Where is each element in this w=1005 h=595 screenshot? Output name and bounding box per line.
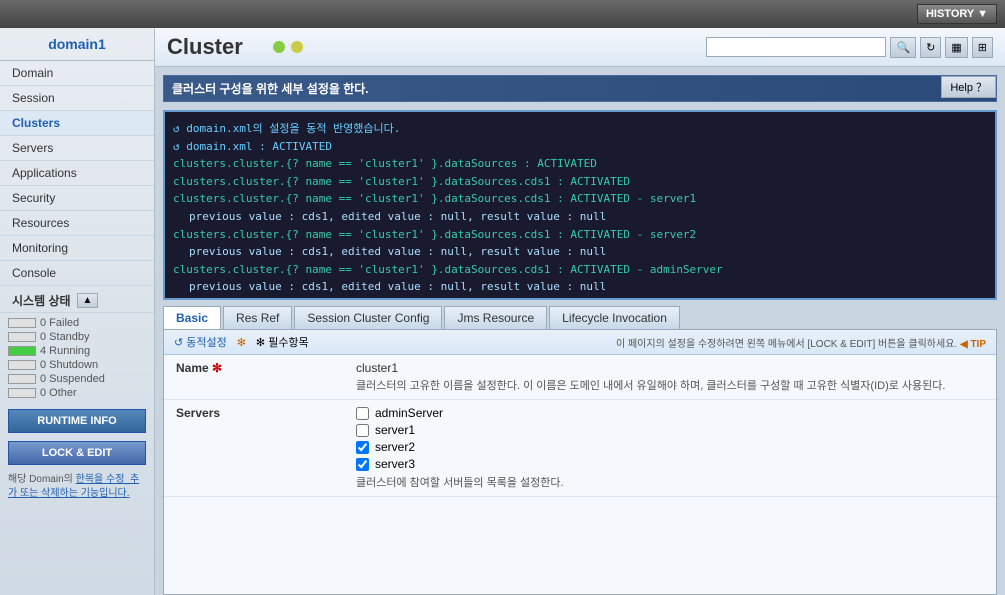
- search-button[interactable]: 🔍: [890, 37, 916, 58]
- servers-label-cell: Servers: [164, 400, 344, 497]
- log-line: ↺ domain.xml의 설정을 동적 반영했습니다.: [173, 120, 987, 138]
- refresh-button[interactable]: ↻: [920, 37, 941, 58]
- status-suspended: 0 Suspended: [8, 373, 146, 385]
- form-table: Name ✻ cluster1 클러스터의 고유한 이름을 설정한다. 이 이름…: [164, 355, 996, 497]
- status-other: 0 Other: [8, 387, 146, 399]
- sidebar-item-console[interactable]: Console: [0, 261, 154, 286]
- status-box-failed: [8, 318, 36, 328]
- status-box-shutdown: [8, 360, 36, 370]
- sidebar-item-monitoring[interactable]: Monitoring: [0, 236, 154, 261]
- server-label: adminServer: [375, 406, 443, 420]
- export-button[interactable]: ⊞: [972, 37, 993, 58]
- status-running: 4 Running: [8, 345, 146, 357]
- server-checkbox-row: server1: [356, 423, 984, 437]
- sidebar-item-clusters[interactable]: Clusters: [0, 111, 154, 136]
- sidebar-item-servers[interactable]: Servers: [0, 136, 154, 161]
- name-desc: 클러스터의 고유한 이름을 설정한다. 이 이름은 도메인 내에서 유일해야 하…: [356, 377, 984, 393]
- log-panel[interactable]: ↺ domain.xml의 설정을 동적 반영했습니다.↺ domain.xml…: [163, 110, 997, 300]
- header-tools: 🔍 ↻ ▦ ⊞: [706, 37, 993, 58]
- servers-value-cell: adminServer server1 server2 server3 클러스터에 참…: [344, 400, 996, 497]
- name-row: Name ✻ cluster1 클러스터의 고유한 이름을 설정한다. 이 이름…: [164, 355, 996, 400]
- log-line: clusters.cluster.{? name == 'cluster1' }…: [173, 261, 987, 279]
- log-line: clusters.cluster.{? name == 'cluster1' }…: [173, 173, 987, 191]
- main-area: Cluster 🔍 ↻ ▦ ⊞ 클러스터 구성을 위한 세부 설정을 한다. H…: [155, 28, 1005, 595]
- refresh-icon: ↺: [174, 336, 183, 349]
- status-standby: 0 Standby: [8, 331, 146, 343]
- server-label: server1: [375, 423, 415, 437]
- lock-edit-button[interactable]: LOCK & EDIT: [8, 441, 146, 465]
- dot-green: [273, 41, 285, 53]
- system-status-label: 시스템 상태 ▲: [0, 286, 154, 313]
- top-bar: HISTORY ▼: [0, 0, 1005, 28]
- server-checkbox-adminServer[interactable]: [356, 407, 369, 420]
- log-line: clusters.cluster.{? name == 'cluster1' }…: [173, 226, 987, 244]
- tabs-area: Basic Res Ref Session Cluster Config Jms…: [163, 306, 997, 329]
- log-line: previous value : cds1, edited value : nu…: [173, 278, 987, 296]
- sidebar-item-applications[interactable]: Applications: [0, 161, 154, 186]
- log-panel-header: 클러스터 구성을 위한 세부 설정을 한다. Help ？: [163, 75, 997, 102]
- status-shutdown: 0 Shutdown: [8, 359, 146, 371]
- tab-jmsresource[interactable]: Jms Resource: [444, 306, 547, 329]
- name-value-cell: cluster1 클러스터의 고유한 이름을 설정한다. 이 이름은 도메인 내…: [344, 355, 996, 400]
- content-toolbar: ↺ 동적설정 ✻ ✻ 필수항목 이 페이지의 설정을 수정하려면 왼쪽 메뉴에서…: [164, 330, 996, 355]
- servers-row: Servers adminServer server1 server2 server3…: [164, 400, 996, 497]
- sidebar: domain1 Domain Session Clusters Servers …: [0, 28, 155, 595]
- domain-title[interactable]: domain1: [0, 28, 154, 61]
- dot-yellow: [291, 41, 303, 53]
- servers-checkboxes: adminServer server1 server2 server3: [356, 406, 984, 471]
- log-line: clusters.cluster.{? name == 'cluster1' }…: [173, 155, 987, 173]
- server-label: server3: [375, 457, 415, 471]
- status-box-suspended: [8, 374, 36, 384]
- log-line: ↺ domain.xml : ACTIVATED: [173, 138, 987, 156]
- server-checkbox-server3[interactable]: [356, 458, 369, 471]
- system-status-toggle[interactable]: ▲: [77, 293, 99, 308]
- tabs-bar: Basic Res Ref Session Cluster Config Jms…: [163, 306, 997, 329]
- status-rows: 0 Failed 0 Standby 4 Running 0 Shutdown …: [0, 313, 154, 405]
- decorative-dots: [273, 41, 303, 53]
- tab-basic[interactable]: Basic: [163, 306, 221, 329]
- server-checkbox-server2[interactable]: [356, 441, 369, 454]
- sidebar-item-security[interactable]: Security: [0, 186, 154, 211]
- tab-lifecycleinvocation[interactable]: Lifecycle Invocation: [549, 306, 680, 329]
- server-checkbox-row: adminServer: [356, 406, 984, 420]
- content-panel: ↺ 동적설정 ✻ ✻ 필수항목 이 페이지의 설정을 수정하려면 왼쪽 메뉴에서…: [163, 329, 997, 595]
- sidebar-item-session[interactable]: Session: [0, 86, 154, 111]
- main-header: Cluster 🔍 ↻ ▦ ⊞: [155, 28, 1005, 67]
- server-checkbox-server1[interactable]: [356, 424, 369, 437]
- sidebar-item-domain[interactable]: Domain: [0, 61, 154, 86]
- tab-sessionclusterconfig[interactable]: Session Cluster Config: [294, 306, 442, 329]
- status-failed: 0 Failed: [8, 317, 146, 329]
- server-label: server2: [375, 440, 415, 454]
- name-value: cluster1: [356, 361, 984, 375]
- sidebar-note: 해당 Domain의 한목을 수정_추가 또는 삭제하는 기능입니다.: [0, 469, 154, 505]
- search-input[interactable]: [706, 37, 886, 57]
- status-box-running: [8, 346, 36, 356]
- toolbar-left: ↺ 동적설정 ✻ ✻ 필수항목: [174, 334, 309, 350]
- status-box-standby: [8, 332, 36, 342]
- log-line: clusters.cluster.{? name == 'cluster1' }…: [173, 296, 987, 300]
- servers-desc: 클러스터에 참여할 서버들의 목록을 설정한다.: [356, 474, 984, 490]
- name-label-cell: Name ✻: [164, 355, 344, 400]
- server-checkbox-row: server2: [356, 440, 984, 454]
- page-title: Cluster: [167, 34, 243, 60]
- help-button[interactable]: Help ？: [941, 76, 996, 98]
- dynamic-setting-link[interactable]: ↺ 동적설정: [174, 334, 227, 350]
- tab-resref[interactable]: Res Ref: [223, 306, 292, 329]
- grid-button[interactable]: ▦: [945, 37, 967, 58]
- log-line: previous value : cds1, edited value : nu…: [173, 243, 987, 261]
- log-line: previous value : cds1, edited value : nu…: [173, 208, 987, 226]
- log-line: clusters.cluster.{? name == 'cluster1' }…: [173, 190, 987, 208]
- runtime-info-button[interactable]: RUNTIME INFO: [8, 409, 146, 433]
- name-required-star: ✻: [212, 361, 222, 375]
- nav-menu: Domain Session Clusters Servers Applicat…: [0, 61, 154, 286]
- toolbar-tip: 이 페이지의 설정을 수정하려면 왼쪽 메뉴에서 [LOCK & EDIT] 버…: [616, 335, 986, 350]
- server-checkbox-row: server3: [356, 457, 984, 471]
- status-box-other: [8, 388, 36, 398]
- sidebar-item-resources[interactable]: Resources: [0, 211, 154, 236]
- history-button[interactable]: HISTORY ▼: [917, 4, 997, 24]
- sidebar-note-link[interactable]: 한목을 수정_추가 또는 삭제하는 기능입니다.: [8, 474, 139, 499]
- layout: domain1 Domain Session Clusters Servers …: [0, 28, 1005, 595]
- required-label: ✻: [237, 336, 246, 349]
